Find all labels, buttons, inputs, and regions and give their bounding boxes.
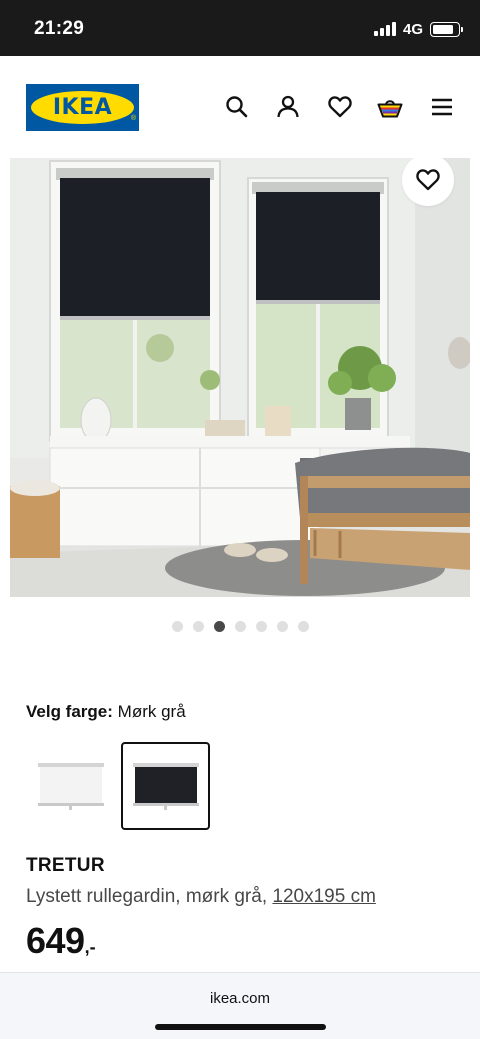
- battery-level: [433, 24, 454, 34]
- battery-icon: [430, 21, 463, 37]
- user-icon[interactable]: [275, 94, 301, 120]
- color-selection-label: Velg farge: Mørk grå: [26, 702, 186, 722]
- price-suffix: ,-: [84, 937, 96, 957]
- color-option-dark-grey[interactable]: [121, 742, 210, 830]
- carousel-dot[interactable]: [276, 621, 288, 632]
- product-price: 649,-: [26, 920, 96, 962]
- home-indicator[interactable]: [155, 1024, 326, 1030]
- logo-registered-mark: ®: [130, 115, 136, 122]
- carousel-dot[interactable]: [234, 621, 246, 632]
- carousel-dots: [0, 621, 480, 632]
- browser-address-bar: ikea.com: [0, 972, 480, 1039]
- product-size-link[interactable]: 120x195 cm: [272, 886, 376, 907]
- ikea-logo[interactable]: IKEA ®: [26, 84, 139, 131]
- carousel-dot[interactable]: [297, 621, 309, 632]
- network-type: 4G: [402, 20, 423, 38]
- status-bar: 21:29 4G: [0, 0, 480, 56]
- heart-icon[interactable]: [327, 94, 353, 120]
- logo-text: IKEA: [52, 95, 113, 120]
- bedroom-scene-image: [10, 158, 470, 597]
- menu-icon[interactable]: [429, 94, 455, 120]
- carousel-dot[interactable]: [192, 621, 204, 632]
- heart-icon: [416, 169, 440, 191]
- white-blind-thumbnail: [37, 763, 104, 810]
- product-description-text: Lystett rullegardin, mørk grå,: [26, 886, 273, 907]
- carousel-dot[interactable]: [255, 621, 267, 632]
- product-name: TRETUR: [26, 855, 105, 876]
- price-integer: 649: [26, 920, 85, 961]
- url-text[interactable]: ikea.com: [0, 990, 480, 1007]
- signal-icon: [373, 22, 396, 36]
- status-time: 21:29: [34, 18, 85, 39]
- carousel-dot[interactable]: [171, 621, 183, 632]
- shopping-bag-icon[interactable]: [377, 94, 403, 120]
- logo-oval: IKEA: [31, 91, 134, 124]
- product-description: Lystett rullegardin, mørk grå, 120x195 c…: [26, 886, 376, 908]
- search-icon[interactable]: [224, 94, 250, 120]
- carousel-dot[interactable]: [213, 621, 225, 632]
- selected-color-name: Mørk grå: [117, 702, 186, 721]
- color-label-title: Velg farge:: [26, 702, 113, 721]
- dark-grey-blind-thumbnail: [132, 763, 199, 810]
- color-option-white[interactable]: [26, 742, 115, 830]
- status-indicators: 4G: [373, 20, 463, 38]
- site-header: IKEA ®: [0, 56, 480, 158]
- product-image[interactable]: [10, 158, 470, 597]
